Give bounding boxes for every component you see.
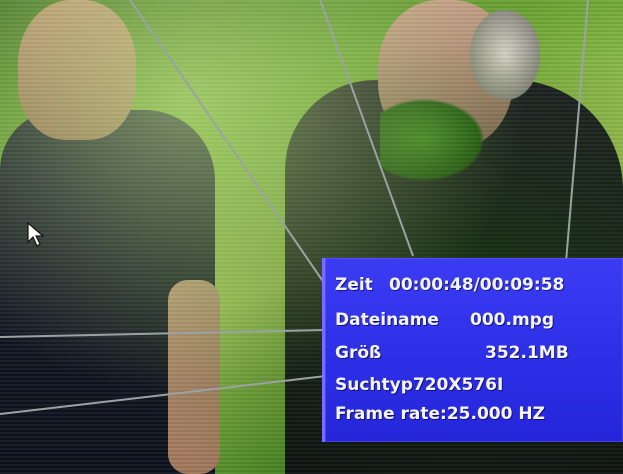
- time-value: 00:00:48/00:09:58: [389, 275, 565, 295]
- filename-row: Dateiname 000.mpg: [335, 306, 554, 334]
- filename-value: 000.mpg: [470, 310, 554, 330]
- callout-line: [0, 329, 327, 338]
- callout-line: [129, 0, 334, 297]
- file-info-osd: Zeit 00:00:48/00:09:58 Dateiname 000.mpg…: [322, 258, 623, 442]
- search-type-row: Suchtyp720X576I: [335, 371, 503, 399]
- mouse-pointer-icon: [27, 221, 47, 248]
- frame-rate-text: Frame rate:25.000 HZ: [335, 404, 545, 424]
- search-type-text: Suchtyp720X576I: [335, 375, 504, 395]
- time-label: Zeit: [335, 275, 373, 295]
- callout-line: [319, 0, 414, 257]
- size-value: 352.1MB: [485, 343, 569, 363]
- callout-line: [565, 0, 589, 263]
- size-row: Größ 352.1MB: [335, 339, 569, 367]
- size-label: Größ: [335, 343, 382, 363]
- frame-rate-row: Frame rate:25.000 HZ: [335, 400, 545, 428]
- callout-line: [0, 375, 327, 415]
- filename-label: Dateiname: [335, 310, 439, 330]
- time-row: Zeit 00:00:48/00:09:58: [335, 271, 564, 299]
